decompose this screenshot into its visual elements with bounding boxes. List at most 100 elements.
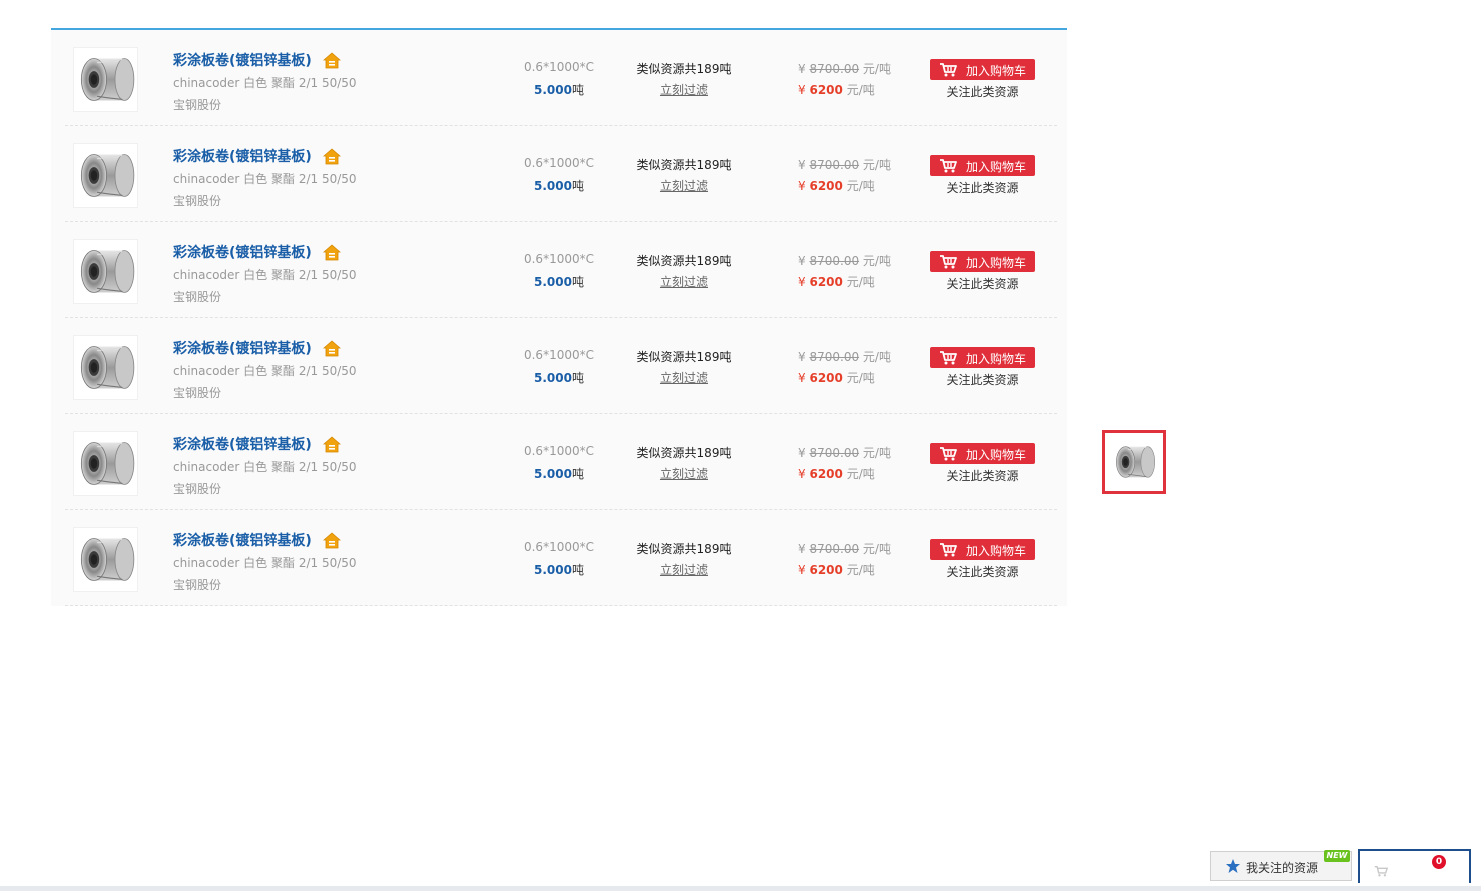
price-unit: 元/吨 bbox=[846, 179, 875, 193]
product-weight: 5.000吨 bbox=[505, 465, 613, 482]
follow-resource-link[interactable]: 关注此类资源 bbox=[930, 371, 1035, 388]
price-unit: 元/吨 bbox=[846, 275, 875, 289]
add-to-cart-label: 加入购物车 bbox=[966, 256, 1027, 270]
add-to-cart-button[interactable]: 加入购物车 bbox=[930, 251, 1035, 272]
product-weight: 5.000吨 bbox=[505, 273, 613, 290]
weight-value: 5.000 bbox=[534, 563, 572, 577]
product-thumbnail[interactable] bbox=[73, 143, 138, 208]
product-spec: chinacoder 白色 聚酯 2/1 50/50 bbox=[173, 556, 357, 570]
currency: ¥ bbox=[798, 563, 806, 577]
cart-icon bbox=[939, 446, 957, 461]
weight-value: 5.000 bbox=[534, 83, 572, 97]
cart-icon bbox=[939, 254, 957, 269]
add-to-cart-button[interactable]: 加入购物车 bbox=[930, 443, 1035, 464]
similar-resources: 类似资源共189吨 bbox=[636, 350, 732, 364]
price-unit: 元/吨 bbox=[862, 62, 891, 76]
coil-icon bbox=[74, 240, 137, 303]
currency: ¥ bbox=[798, 467, 806, 481]
follow-resource-link[interactable]: 关注此类资源 bbox=[930, 467, 1035, 484]
current-price-value: 6200 bbox=[809, 83, 843, 97]
follow-resource-link[interactable]: 关注此类资源 bbox=[930, 179, 1035, 196]
original-price-value: 8700.00 bbox=[809, 350, 860, 364]
add-to-cart-button[interactable]: 加入购物车 bbox=[930, 539, 1035, 560]
house-icon bbox=[323, 436, 341, 453]
product-thumbnail[interactable] bbox=[73, 47, 138, 112]
follow-resource-link[interactable]: 关注此类资源 bbox=[930, 275, 1035, 292]
filter-now-link[interactable]: 立刻过滤 bbox=[631, 465, 737, 482]
original-price: ¥ 8700.00 元/吨 bbox=[798, 348, 891, 365]
bottom-bar bbox=[0, 886, 1481, 891]
cart-icon bbox=[939, 62, 957, 77]
currency: ¥ bbox=[798, 446, 806, 460]
product-size: 0.6*1000*C bbox=[523, 156, 594, 170]
table-row: 彩涂板卷(镀铝锌基板) chinacoder 白色 聚酯 2/1 50/50 宝… bbox=[65, 126, 1057, 222]
coil-icon bbox=[1111, 439, 1157, 485]
coil-icon bbox=[74, 432, 137, 495]
my-followed-resources-button[interactable]: 我关注的资源 NEW bbox=[1210, 850, 1352, 881]
product-size: 0.6*1000*C bbox=[523, 444, 594, 458]
product-name-link[interactable]: 彩涂板卷(镀铝锌基板) bbox=[173, 434, 312, 454]
product-name-link[interactable]: 彩涂板卷(镀铝锌基板) bbox=[173, 338, 312, 358]
add-to-cart-button[interactable]: 加入购物车 bbox=[930, 155, 1035, 176]
cart-icon bbox=[1374, 866, 1388, 877]
price-unit: 元/吨 bbox=[846, 83, 875, 97]
current-price-value: 6200 bbox=[809, 371, 843, 385]
product-weight: 5.000吨 bbox=[505, 81, 613, 98]
currency: ¥ bbox=[798, 371, 806, 385]
currency: ¥ bbox=[798, 542, 806, 556]
product-spec: chinacoder 白色 聚酯 2/1 50/50 bbox=[173, 460, 357, 474]
product-size: 0.6*1000*C bbox=[523, 252, 594, 266]
original-price: ¥ 8700.00 元/吨 bbox=[798, 444, 891, 461]
currency: ¥ bbox=[798, 62, 806, 76]
add-to-cart-button[interactable]: 加入购物车 bbox=[930, 59, 1035, 80]
manufacturer: 宝钢股份 bbox=[173, 194, 222, 208]
coil-icon bbox=[74, 336, 137, 399]
product-name-link[interactable]: 彩涂板卷(镀铝锌基板) bbox=[173, 146, 312, 166]
filter-now-link[interactable]: 立刻过滤 bbox=[631, 81, 737, 98]
follow-resource-link[interactable]: 关注此类资源 bbox=[930, 563, 1035, 580]
current-price-value: 6200 bbox=[809, 275, 843, 289]
current-price-value: 6200 bbox=[809, 563, 843, 577]
table-row: 彩涂板卷(镀铝锌基板) chinacoder 白色 聚酯 2/1 50/50 宝… bbox=[65, 414, 1057, 510]
current-price-value: 6200 bbox=[809, 179, 843, 193]
product-thumbnail[interactable] bbox=[73, 335, 138, 400]
current-price: ¥ 6200 元/吨 bbox=[798, 81, 875, 98]
table-row: 彩涂板卷(镀铝锌基板) chinacoder 白色 聚酯 2/1 50/50 宝… bbox=[65, 318, 1057, 414]
product-name-link[interactable]: 彩涂板卷(镀铝锌基板) bbox=[173, 242, 312, 262]
original-price-value: 8700.00 bbox=[809, 542, 860, 556]
original-price-value: 8700.00 bbox=[809, 62, 860, 76]
filter-now-link[interactable]: 立刻过滤 bbox=[631, 273, 737, 290]
product-spec: chinacoder 白色 聚酯 2/1 50/50 bbox=[173, 364, 357, 378]
weight-unit: 吨 bbox=[571, 179, 584, 193]
currency: ¥ bbox=[798, 179, 806, 193]
filter-now-link[interactable]: 立刻过滤 bbox=[631, 177, 737, 194]
add-to-cart-label: 加入购物车 bbox=[966, 160, 1027, 174]
shopping-cart-bar[interactable]: 0 bbox=[1358, 849, 1471, 883]
weight-value: 5.000 bbox=[534, 467, 572, 481]
house-icon bbox=[323, 52, 341, 69]
table-row: 彩涂板卷(镀铝锌基板) chinacoder 白色 聚酯 2/1 50/50 宝… bbox=[65, 30, 1057, 126]
add-to-cart-button[interactable]: 加入购物车 bbox=[930, 347, 1035, 368]
current-price: ¥ 6200 元/吨 bbox=[798, 273, 875, 290]
page: 彩涂板卷(镀铝锌基板) chinacoder 白色 聚酯 2/1 50/50 宝… bbox=[0, 0, 1481, 891]
product-thumbnail[interactable] bbox=[73, 239, 138, 304]
weight-value: 5.000 bbox=[534, 179, 572, 193]
product-size: 0.6*1000*C bbox=[523, 540, 594, 554]
filter-now-link[interactable]: 立刻过滤 bbox=[631, 561, 737, 578]
follow-resource-link[interactable]: 关注此类资源 bbox=[930, 83, 1035, 100]
weight-unit: 吨 bbox=[571, 83, 584, 97]
weight-unit: 吨 bbox=[571, 467, 584, 481]
price-unit: 元/吨 bbox=[846, 563, 875, 577]
filter-now-link[interactable]: 立刻过滤 bbox=[631, 369, 737, 386]
product-spec: chinacoder 白色 聚酯 2/1 50/50 bbox=[173, 172, 357, 186]
product-thumbnail[interactable] bbox=[73, 527, 138, 592]
product-name-link[interactable]: 彩涂板卷(镀铝锌基板) bbox=[173, 530, 312, 550]
product-size: 0.6*1000*C bbox=[523, 348, 594, 362]
product-name-link[interactable]: 彩涂板卷(镀铝锌基板) bbox=[173, 50, 312, 70]
currency: ¥ bbox=[798, 158, 806, 172]
current-price: ¥ 6200 元/吨 bbox=[798, 177, 875, 194]
house-icon bbox=[323, 532, 341, 549]
product-thumbnail[interactable] bbox=[73, 431, 138, 496]
weight-unit: 吨 bbox=[571, 563, 584, 577]
weight-value: 5.000 bbox=[534, 275, 572, 289]
